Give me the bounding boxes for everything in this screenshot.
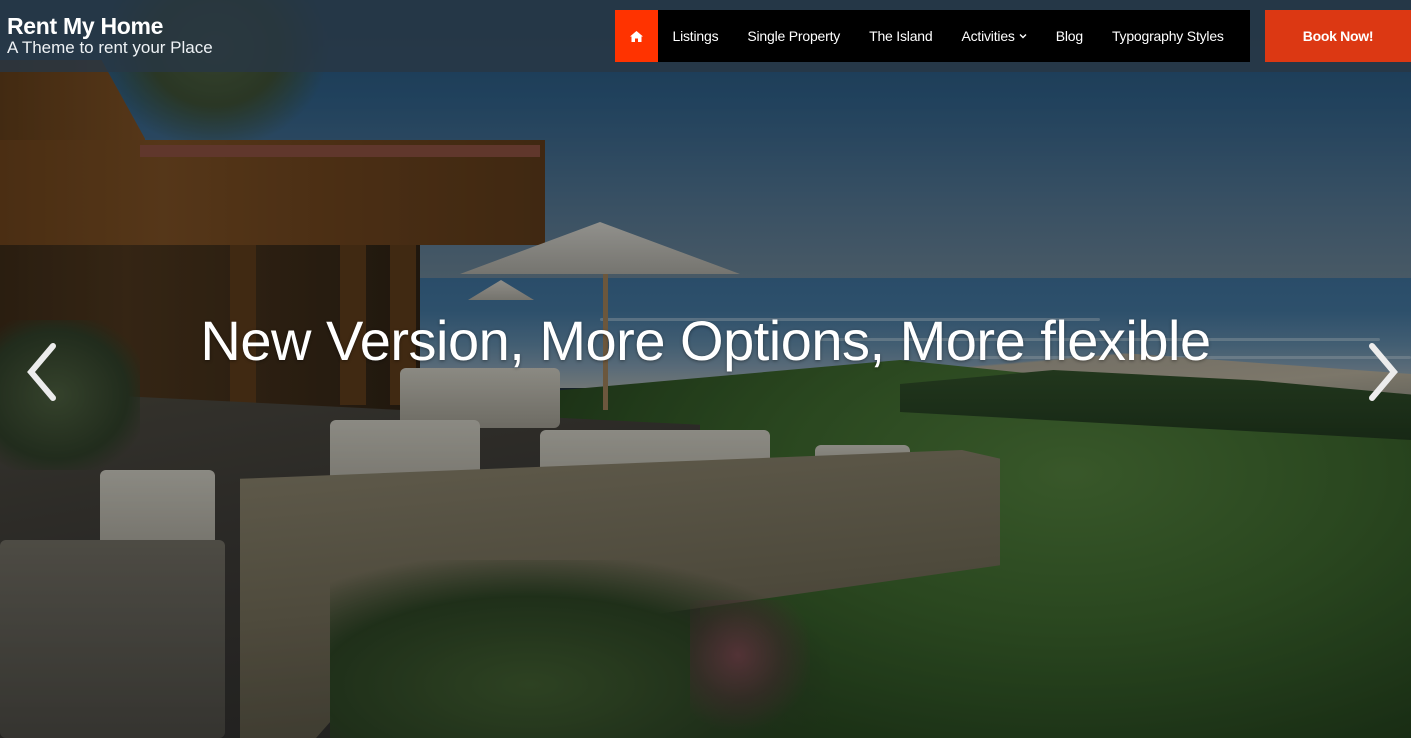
nav-item-label: Listings bbox=[672, 28, 719, 44]
chevron-left-icon bbox=[27, 343, 56, 401]
book-now-button[interactable]: Book Now! bbox=[1265, 10, 1411, 62]
nav-item-listings[interactable]: Listings bbox=[658, 10, 733, 62]
home-icon bbox=[630, 30, 643, 42]
slider-next-button[interactable] bbox=[1362, 340, 1402, 404]
site-header: Rent My Home A Theme to rent your Place … bbox=[0, 0, 1411, 72]
nav-item-single-property[interactable]: Single Property bbox=[733, 10, 855, 62]
slide-headline: New Version, More Options, More flexible bbox=[200, 309, 1211, 372]
nav-item-blog[interactable]: Blog bbox=[1041, 10, 1097, 62]
nav-item-label: Activities bbox=[961, 28, 1015, 44]
site-tagline: A Theme to rent your Place bbox=[7, 38, 213, 57]
site-title[interactable]: Rent My Home bbox=[7, 13, 213, 39]
nav-item-label: The Island bbox=[869, 28, 933, 44]
nav-item-typography-styles[interactable]: Typography Styles bbox=[1097, 10, 1238, 62]
nav-item-label: Typography Styles bbox=[1111, 28, 1224, 44]
nav-item-activities[interactable]: Activities bbox=[947, 10, 1041, 62]
main-nav: Listings Single Property The Island Acti… bbox=[615, 10, 1250, 62]
nav-home-button[interactable] bbox=[615, 10, 658, 62]
nav-item-label: Blog bbox=[1055, 28, 1083, 44]
nav-item-label: Single Property bbox=[747, 28, 841, 44]
slider-prev-button[interactable] bbox=[23, 340, 63, 404]
nav-item-the-island[interactable]: The Island bbox=[855, 10, 947, 62]
brand[interactable]: Rent My Home A Theme to rent your Place bbox=[7, 13, 213, 57]
chevron-down-icon bbox=[1019, 34, 1027, 39]
chevron-right-icon bbox=[1369, 343, 1398, 401]
